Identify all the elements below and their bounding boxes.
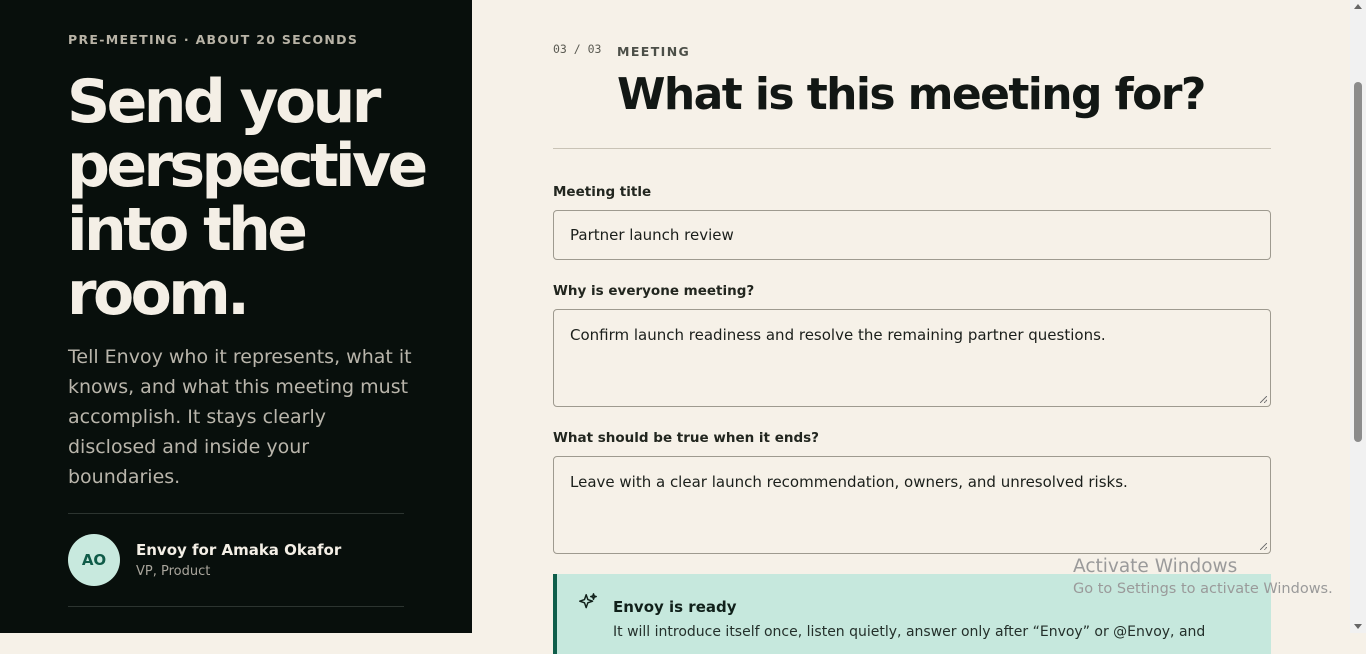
divider — [68, 513, 404, 514]
why-meeting-value: Confirm launch readiness and resolve the… — [570, 326, 1106, 344]
profile-role: VP, Product — [136, 564, 211, 579]
step-counter: 03 / 03 — [553, 42, 602, 56]
section-label: MEETING — [617, 44, 691, 59]
page-title: What is this meeting for? — [617, 69, 1206, 120]
form-panel: 03 / 03 MEETING What is this meeting for… — [472, 0, 1350, 654]
profile-name: Envoy for Amaka Okafor — [136, 541, 342, 559]
meeting-title-input[interactable]: Partner launch review — [553, 210, 1271, 260]
scrollbar[interactable] — [1350, 0, 1366, 633]
watermark-subtitle: Go to Settings to activate Windows. — [1073, 581, 1333, 597]
title-divider — [553, 148, 1271, 149]
ready-title: Envoy is ready — [613, 598, 737, 616]
why-meeting-label: Why is everyone meeting? — [553, 283, 755, 299]
outcome-label: What should be true when it ends? — [553, 430, 820, 446]
avatar: AO — [68, 534, 120, 586]
eyebrow-text: PRE-MEETING · ABOUT 20 SECONDS — [68, 32, 359, 47]
watermark-title: Activate Windows — [1073, 556, 1238, 577]
why-meeting-textarea[interactable]: Confirm launch readiness and resolve the… — [553, 309, 1271, 407]
scroll-up-icon[interactable] — [1354, 4, 1362, 9]
resize-handle-icon[interactable] — [1260, 396, 1267, 403]
meeting-title-label: Meeting title — [553, 184, 652, 200]
hero-headline: Send your perspective into the room. — [67, 67, 428, 329]
scrollbar-thumb[interactable] — [1354, 82, 1362, 442]
sparkle-icon — [577, 592, 599, 618]
activate-windows-watermark: Activate Windows Go to Settings to activ… — [1073, 556, 1333, 597]
scroll-down-icon[interactable] — [1354, 624, 1362, 629]
outcome-textarea[interactable]: Leave with a clear launch recommendation… — [553, 456, 1271, 554]
hero-description: Tell Envoy who it represents, what it kn… — [68, 346, 412, 488]
resize-handle-icon[interactable] — [1260, 543, 1267, 550]
divider — [68, 606, 404, 607]
ready-body: It will introduce itself once, listen qu… — [613, 624, 1206, 640]
outcome-value: Leave with a clear launch recommendation… — [570, 473, 1128, 491]
left-panel: PRE-MEETING · ABOUT 20 SECONDS Send your… — [0, 0, 472, 633]
